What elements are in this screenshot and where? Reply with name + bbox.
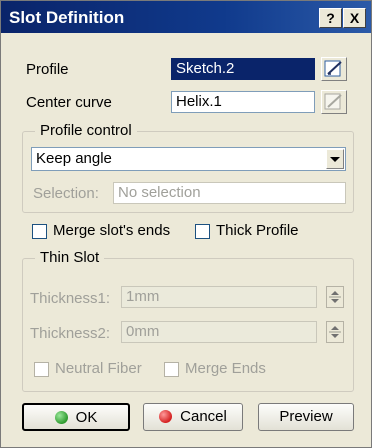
profile-sketch-button[interactable] — [321, 57, 347, 81]
cancel-label: Cancel — [180, 408, 227, 425]
thickness1-spinner — [326, 286, 344, 308]
neutral-fiber-checkbox — [34, 362, 49, 377]
thickness2-spinner — [326, 321, 344, 343]
merge-ends-checkbox — [164, 362, 179, 377]
ok-green-icon — [54, 411, 68, 424]
thin-slot-legend: Thin Slot — [35, 249, 105, 266]
cancel-red-icon — [159, 410, 173, 423]
profile-field[interactable]: Sketch.2 — [171, 58, 315, 80]
merge-slot-ends-label: Merge slot's ends — [53, 222, 171, 239]
spinner-arrows-icon — [329, 291, 341, 303]
profile-label: Profile — [26, 61, 69, 78]
profile-control-combo[interactable]: Keep angle — [31, 147, 346, 171]
dialog-title: Slot Definition — [9, 8, 125, 27]
profile-control-legend: Profile control — [35, 122, 137, 139]
title-bar[interactable]: Slot Definition ? X — [1, 1, 371, 33]
sketcher-disabled-icon — [324, 93, 342, 110]
slot-definition-dialog: Slot Definition ? X Profile Sketch.2 Cen… — [0, 0, 372, 448]
profile-control-value: Keep angle — [36, 150, 112, 167]
selection-field: No selection — [113, 182, 346, 204]
merge-slot-ends-checkbox[interactable] — [32, 224, 47, 239]
combo-dropdown-button[interactable] — [326, 149, 344, 169]
thickness1-field: 1mm — [121, 286, 317, 308]
ok-button[interactable]: OK — [22, 403, 130, 431]
ok-label: OK — [75, 409, 98, 426]
thick-profile-label: Thick Profile — [216, 222, 299, 239]
help-button[interactable]: ? — [319, 8, 342, 28]
thickness2-label: Thickness2: — [30, 325, 111, 342]
merge-ends-label: Merge Ends — [185, 360, 266, 377]
chevron-down-icon — [330, 157, 340, 162]
cancel-button[interactable]: Cancel — [143, 403, 243, 431]
center-curve-sketch-button — [321, 90, 347, 114]
spinner-arrows-icon — [329, 326, 341, 338]
sketcher-icon — [324, 60, 342, 77]
close-button[interactable]: X — [343, 8, 366, 28]
neutral-fiber-label: Neutral Fiber — [55, 360, 142, 377]
selection-label: Selection: — [33, 185, 99, 202]
preview-button[interactable]: Preview — [258, 403, 354, 431]
thick-profile-checkbox[interactable] — [195, 224, 210, 239]
thickness1-label: Thickness1: — [30, 290, 111, 307]
thickness2-field: 0mm — [121, 321, 317, 343]
center-curve-field[interactable]: Helix.1 — [171, 91, 315, 113]
center-curve-label: Center curve — [26, 94, 112, 111]
